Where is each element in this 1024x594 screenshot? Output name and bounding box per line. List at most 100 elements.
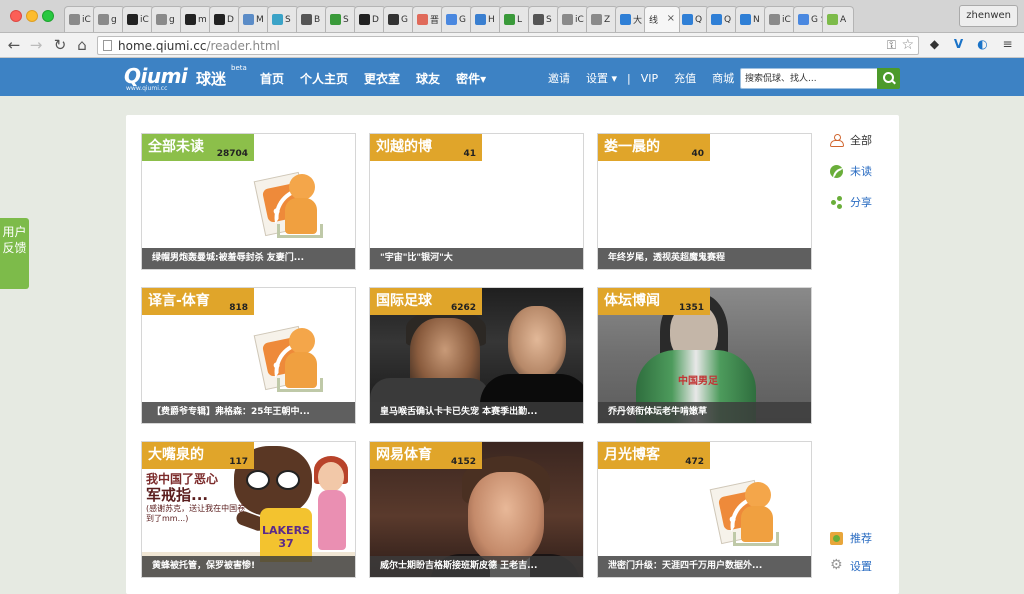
browser-tab[interactable]: iC: [764, 6, 796, 32]
feed-card[interactable]: 全部未读 28704 绿帽男炮轰曼城:被羞辱封杀 友妻门...: [141, 133, 356, 270]
feed-card-title[interactable]: 月光博客 472: [598, 442, 710, 469]
sidenav-item-rss[interactable]: 未读: [830, 163, 872, 179]
feed-card-title[interactable]: 娄一晨的 40: [598, 134, 710, 161]
feed-card-title[interactable]: 国际足球 6262: [370, 288, 482, 315]
zoom-window-button[interactable]: [42, 10, 54, 22]
invite-link[interactable]: 邀请: [548, 58, 570, 96]
feed-card-title[interactable]: 大嘴泉的 117: [142, 442, 254, 469]
rss-art-part: [277, 378, 323, 392]
browser-tab[interactable]: iC: [122, 6, 154, 32]
forward-icon[interactable]: →: [28, 37, 44, 53]
nav-separator: |: [627, 72, 631, 85]
tab-close-icon[interactable]: ×: [667, 13, 675, 24]
feed-card[interactable]: 刘越的博 41 "宇宙"比"银河"大: [369, 133, 584, 270]
feed-card-latest-title[interactable]: 乔丹领衔体坛老牛啃嫩草: [598, 402, 811, 423]
rss-icon: [830, 164, 843, 178]
nav-messages[interactable]: 密件▾: [456, 58, 486, 96]
url-text: home.qiumi.cc/reader.html: [118, 39, 280, 53]
feed-card[interactable]: 网易体育 4152 威尔士期盼吉格斯接班斯皮德 王老吉...: [369, 441, 584, 578]
feed-card-latest-title[interactable]: 年终岁尾，透视英超魔鬼赛程: [598, 248, 811, 269]
browser-tab[interactable]: 大: [615, 6, 647, 32]
reader-panel: 全部未读 28704 绿帽男炮轰曼城:被羞辱封杀 友妻门... 刘越的博 41 "宇宙"比…: [126, 115, 899, 594]
browser-tab[interactable]: D: [354, 6, 386, 32]
browser-tab[interactable]: D: [209, 6, 241, 32]
browser-tab[interactable]: Z: [586, 6, 618, 32]
bookmark-star-icon[interactable]: ☆: [901, 37, 914, 53]
reload-icon[interactable]: ↻: [52, 37, 68, 53]
feedback-tab[interactable]: 用户 反馈: [0, 218, 29, 289]
vip-link[interactable]: VIP: [641, 58, 658, 96]
home-icon[interactable]: ⌂: [74, 37, 90, 53]
feed-card-latest-title[interactable]: 皇马喉舌确认卡卡已失宠 本赛季出勤...: [370, 402, 583, 423]
feed-card[interactable]: 国际足球 6262 皇马喉舌确认卡卡已失宠 本赛季出勤...: [369, 287, 584, 424]
feed-card[interactable]: LAKERS 37 我中国了恶心 军戒指... (感谢苏克，送让我在中国卷到了mm..…: [141, 441, 356, 578]
browser-tab[interactable]: Q: [677, 6, 709, 32]
minimize-window-button[interactable]: [26, 10, 38, 22]
extension-shield-icon[interactable]: ◆: [927, 37, 942, 52]
feed-card[interactable]: 译言-体育 818 【费爵爷专辑】弗格森：25年王朝中...: [141, 287, 356, 424]
nav-friends[interactable]: 球友: [416, 58, 440, 96]
browser-tab[interactable]: M: [238, 6, 270, 32]
feed-card-title[interactable]: 体坛博闻 1351: [598, 288, 710, 315]
browser-tab-active[interactable]: 线 ×: [644, 6, 680, 32]
feed-card-title-text: 国际足球: [376, 293, 432, 309]
feed-card-latest-title[interactable]: 威尔士期盼吉格斯接班斯皮德 王老吉...: [370, 556, 583, 577]
feed-card[interactable]: 月光博客 472 泄密门升级：天涯四千万用户数据外...: [597, 441, 812, 578]
browser-tab[interactable]: S: [325, 6, 357, 32]
feed-card-latest-title[interactable]: 黄蜂被托管，保罗被害惨!: [142, 556, 355, 577]
browser-tab[interactable]: S: [267, 6, 299, 32]
sidenav-item-share[interactable]: 分享: [830, 194, 872, 210]
browser-tab[interactable]: 晋: [412, 6, 444, 32]
search-button[interactable]: [877, 68, 900, 89]
feed-card[interactable]: 娄一晨的 40 年终岁尾，透视英超魔鬼赛程: [597, 133, 812, 270]
feed-card-latest-title[interactable]: 【费爵爷专辑】弗格森：25年王朝中...: [142, 402, 355, 423]
browser-tab[interactable]: L: [499, 6, 531, 32]
profile-button[interactable]: zhenwen: [959, 5, 1018, 27]
search-input[interactable]: [740, 68, 878, 89]
browser-tab[interactable]: S: [528, 6, 560, 32]
browser-tab[interactable]: g: [151, 6, 183, 32]
sidenav-item-all[interactable]: 全部: [830, 132, 872, 148]
nav-home[interactable]: 首页: [260, 58, 284, 96]
unread-count-badge: 28704: [216, 149, 248, 159]
browser-tab[interactable]: A: [822, 6, 854, 32]
extension-v-icon[interactable]: V: [951, 37, 966, 52]
site-logo[interactable]: Qiumi 球迷 beta www.qiumi.cc: [124, 64, 254, 92]
browser-tab[interactable]: iC: [64, 6, 96, 32]
browser-tab[interactable]: iC: [557, 6, 589, 32]
recharge-link[interactable]: 充值: [674, 58, 696, 96]
nav-locker-room[interactable]: 更衣室: [364, 58, 400, 96]
sidenav-item-recommend[interactable]: 推荐: [830, 530, 872, 546]
browser-tab[interactable]: B: [296, 6, 328, 32]
feed-card[interactable]: 中国男足 体坛博闻 1351 乔丹领衔体坛老牛啃嫩草: [597, 287, 812, 424]
browser-tab[interactable]: G: [441, 6, 473, 32]
feed-card-title[interactable]: 刘越的博 41: [370, 134, 482, 161]
browser-tab[interactable]: Q: [706, 6, 738, 32]
menu-icon[interactable]: ≡: [1000, 37, 1015, 52]
address-bar[interactable]: home.qiumi.cc/reader.html ⚿ ☆: [97, 36, 919, 55]
feed-card-latest-title[interactable]: 泄密门升级：天涯四千万用户数据外...: [598, 556, 811, 577]
feed-card-title[interactable]: 网易体育 4152: [370, 442, 482, 469]
unread-count-badge: 6262: [450, 303, 476, 313]
photo-part: [468, 472, 544, 564]
browser-tab[interactable]: G: [383, 6, 415, 32]
feed-card-latest-title[interactable]: "宇宙"比"银河"大: [370, 248, 583, 269]
tab-title: m: [198, 14, 207, 25]
feed-card-latest-title[interactable]: 绿帽男炮轰曼城:被羞辱封杀 友妻门...: [142, 248, 355, 269]
key-icon[interactable]: ⚿: [887, 38, 896, 53]
feed-card-title[interactable]: 全部未读 28704: [142, 134, 254, 161]
back-icon[interactable]: ←: [6, 37, 22, 53]
browser-tab[interactable]: N: [735, 6, 767, 32]
feed-card-title[interactable]: 译言-体育 818: [142, 288, 254, 315]
browser-tab[interactable]: m: [180, 6, 212, 32]
nav-profile[interactable]: 个人主页: [300, 58, 348, 96]
browser-tab[interactable]: g: [93, 6, 125, 32]
browser-tab[interactable]: H: [470, 6, 502, 32]
sidenav-item-settings[interactable]: 设置: [830, 557, 872, 574]
browser-tab[interactable]: G S: [793, 6, 825, 32]
rss-art-part: [745, 482, 771, 508]
extension-wave-icon[interactable]: ◐: [975, 37, 990, 52]
settings-menu[interactable]: 设置 ▾: [586, 58, 617, 96]
close-window-button[interactable]: [10, 10, 22, 22]
mall-link[interactable]: 商城: [712, 58, 734, 96]
